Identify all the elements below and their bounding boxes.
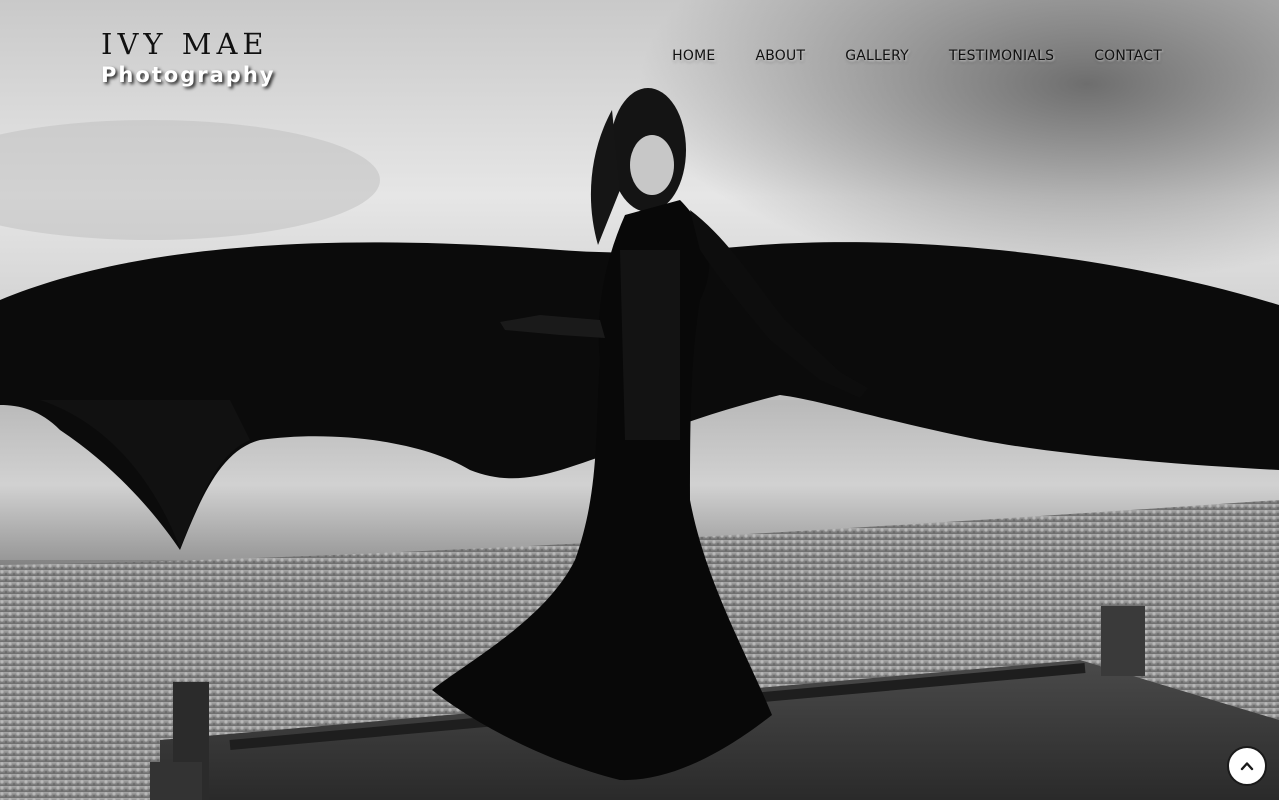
hero-image bbox=[0, 0, 1279, 800]
chevron-up-icon bbox=[1240, 762, 1254, 771]
back-to-top-button[interactable] bbox=[1227, 746, 1267, 786]
nav-contact[interactable]: CONTACT bbox=[1094, 48, 1162, 64]
nav-home[interactable]: HOME bbox=[672, 48, 715, 64]
page: IVY MAE Photography HOME ABOUT GALLERY T… bbox=[0, 0, 1279, 800]
site-logo[interactable]: IVY MAE Photography bbox=[101, 28, 275, 90]
logo-subtitle: Photography bbox=[101, 63, 276, 87]
nav-about[interactable]: ABOUT bbox=[755, 48, 805, 64]
main-nav: HOME ABOUT GALLERY TESTIMONIALS CONTACT bbox=[672, 48, 1162, 64]
logo-title: IVY MAE bbox=[101, 27, 269, 61]
nav-testimonials[interactable]: TESTIMONIALS bbox=[949, 48, 1054, 64]
nav-gallery[interactable]: GALLERY bbox=[845, 48, 909, 64]
